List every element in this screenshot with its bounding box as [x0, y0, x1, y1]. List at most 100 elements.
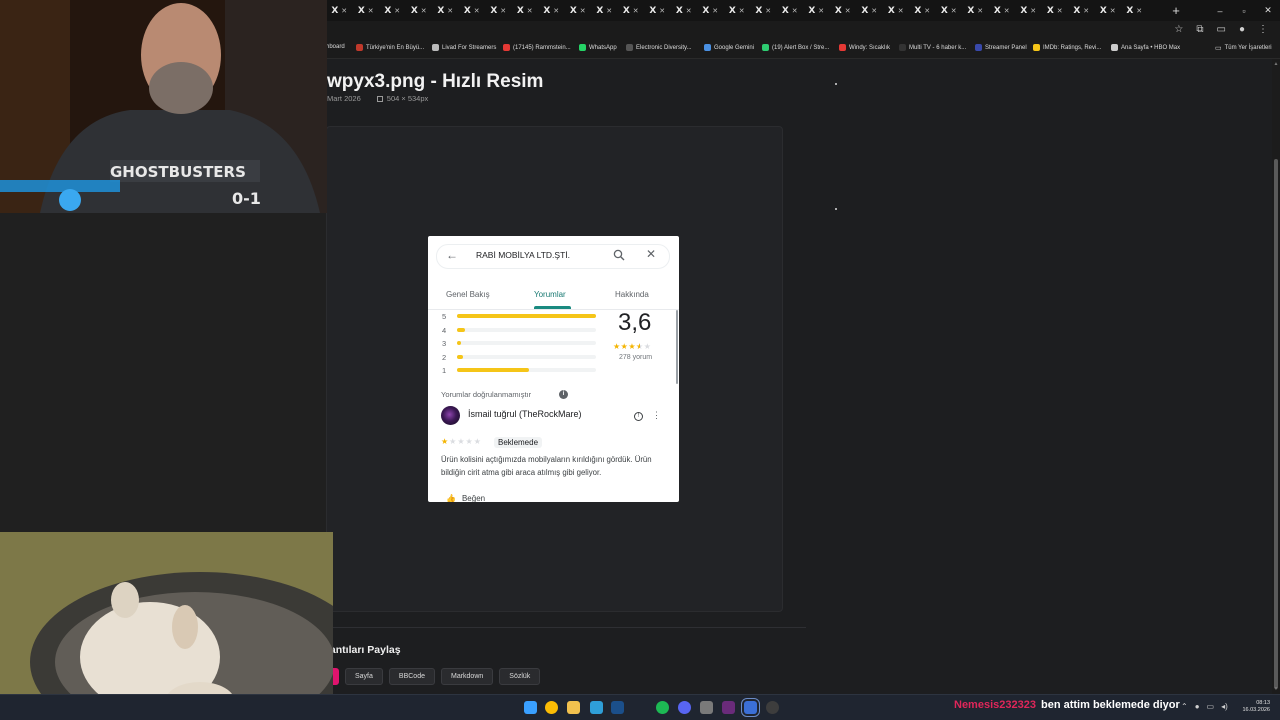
new-tab-button[interactable]: + [1164, 3, 1188, 18]
browser-tab[interactable]: X ✕ [724, 0, 751, 21]
clock[interactable]: 08:13 16.03.2026 [1242, 700, 1270, 714]
discord-icon[interactable] [678, 701, 691, 714]
maximize-icon[interactable]: ▫ [1232, 0, 1256, 21]
page-scrollbar[interactable]: ▲ ▼ [1272, 59, 1280, 694]
browser-tab[interactable]: X ✕ [459, 0, 486, 21]
tab-close-icon[interactable]: ✕ [553, 7, 559, 15]
bookmark-item[interactable]: WhatsApp [579, 44, 617, 51]
browser-tab[interactable]: X ✕ [1095, 0, 1122, 21]
edge-icon[interactable] [590, 701, 603, 714]
bookmark-item[interactable]: Livad For Streamers [432, 44, 496, 51]
bookmark-star-icon[interactable]: ☆ [1174, 24, 1183, 35]
tab-close-icon[interactable]: ✕ [871, 7, 877, 15]
tab-close-icon[interactable]: ✕ [1083, 7, 1089, 15]
browser-tab[interactable]: X ✕ [909, 0, 936, 21]
tab-close-icon[interactable]: ✕ [924, 7, 930, 15]
share-tab-bbcode[interactable]: BBCode [388, 668, 435, 685]
tab-close-icon[interactable]: ✕ [606, 7, 612, 15]
bookmark-item[interactable]: Streamer Panel [975, 44, 1027, 51]
share-tab-sozluk[interactable]: Sözlük [499, 668, 541, 685]
tab-close-icon[interactable]: ✕ [712, 7, 718, 15]
tab-close-icon[interactable]: ✕ [739, 7, 745, 15]
browser-tab[interactable]: X ✕ [326, 0, 353, 21]
browser-tab[interactable]: X ✕ [406, 0, 433, 21]
scroll-up-icon[interactable]: ▲ [1272, 61, 1280, 67]
close-window-icon[interactable]: ✕ [1256, 0, 1280, 21]
microphone-icon[interactable]: ● [1195, 702, 1200, 711]
extensions-icon[interactable]: ⧉ [1196, 24, 1203, 35]
browser-tab[interactable]: X ✕ [618, 0, 645, 21]
tab-close-icon[interactable]: ✕ [394, 7, 400, 15]
tab-close-icon[interactable]: ✕ [368, 7, 374, 15]
browser-tab[interactable]: X ✕ [856, 0, 883, 21]
browser-tab[interactable]: X ✕ [485, 0, 512, 21]
tab-close-icon[interactable]: ✕ [977, 7, 983, 15]
windows-start-icon[interactable] [524, 701, 537, 714]
tab-close-icon[interactable]: ✕ [898, 7, 904, 15]
bookmark-item[interactable]: (19) Alert Box / Stre... [762, 44, 829, 51]
next-app-icon[interactable] [722, 701, 735, 714]
tab-close-icon[interactable]: ✕ [659, 7, 665, 15]
browser-tab[interactable]: X ✕ [565, 0, 592, 21]
bookmark-item[interactable]: Ana Sayfa • HBO Max [1111, 44, 1180, 51]
tab-close-icon[interactable]: ✕ [341, 7, 347, 15]
browser-tab[interactable]: X ✕ [1042, 0, 1069, 21]
browser-tab[interactable]: X ✕ [883, 0, 910, 21]
profile-icon[interactable]: ● [1239, 24, 1245, 35]
network-icon[interactable]: ▭ [1207, 702, 1215, 711]
bookmark-item[interactable]: Türkiye'nin En Büyü... [356, 44, 424, 51]
tab-close-icon[interactable]: ✕ [421, 7, 427, 15]
menu-icon[interactable]: ⋮ [1258, 24, 1268, 35]
tab-close-icon[interactable]: ✕ [474, 7, 480, 15]
chrome-icon[interactable] [545, 701, 558, 714]
browser-tab[interactable]: X ✕ [1015, 0, 1042, 21]
volume-icon[interactable]: ◂) [1221, 702, 1228, 711]
bookmark-item[interactable]: hboard [326, 44, 345, 50]
bookmark-item[interactable]: Multi TV - 6 haber k... [899, 44, 966, 51]
chevron-up-icon[interactable]: ⌃ [1181, 702, 1188, 711]
tab-close-icon[interactable]: ✕ [1057, 7, 1063, 15]
bookmark-item[interactable]: Windy: Sıcaklık [839, 44, 890, 51]
share-tab-sayfa[interactable]: Sayfa [345, 668, 383, 685]
share-tab-markdown[interactable]: Markdown [440, 668, 494, 685]
tab-close-icon[interactable]: ✕ [1136, 7, 1142, 15]
steam-icon[interactable] [611, 701, 624, 714]
calculator-icon[interactable] [700, 701, 713, 714]
tab-close-icon[interactable]: ✕ [527, 7, 533, 15]
tab-close-icon[interactable]: ✕ [500, 7, 506, 15]
tab-close-icon[interactable]: ✕ [765, 7, 771, 15]
browser-tab[interactable]: X ✕ [379, 0, 406, 21]
all-bookmarks[interactable]: ▭ Tüm Yer İşaretleri [1215, 44, 1272, 52]
browser-tab[interactable]: X ✕ [750, 0, 777, 21]
scroll-thumb[interactable] [1274, 159, 1278, 689]
bookmark-item[interactable]: Google Gemini [704, 44, 754, 51]
browser-tab[interactable]: X ✕ [432, 0, 459, 21]
tab-close-icon[interactable]: ✕ [686, 7, 692, 15]
bookmark-item[interactable]: (17145) Rammstein... [503, 44, 571, 51]
tab-close-icon[interactable]: ✕ [447, 7, 453, 15]
minimize-icon[interactable]: – [1208, 0, 1232, 21]
tab-close-icon[interactable]: ✕ [580, 7, 586, 15]
snipping-tool-icon[interactable] [741, 698, 760, 717]
tab-close-icon[interactable]: ✕ [1110, 7, 1116, 15]
browser-tab[interactable]: X ✕ [989, 0, 1016, 21]
browser-tab[interactable]: X ✕ [512, 0, 539, 21]
browser-tab[interactable]: X ✕ [803, 0, 830, 21]
browser-tab[interactable]: X ✕ [962, 0, 989, 21]
browser-tab[interactable]: X ✕ [538, 0, 565, 21]
cast-icon[interactable]: ▭ [1217, 24, 1226, 35]
tab-close-icon[interactable]: ✕ [1030, 7, 1036, 15]
browser-tab[interactable]: X ✕ [777, 0, 804, 21]
browser-tab[interactable]: X ✕ [936, 0, 963, 21]
spotify-icon[interactable] [656, 701, 669, 714]
tab-close-icon[interactable]: ✕ [845, 7, 851, 15]
tab-close-icon[interactable]: ✕ [951, 7, 957, 15]
browser-tab[interactable]: X ✕ [591, 0, 618, 21]
browser-tab[interactable]: X ✕ [1121, 0, 1148, 21]
scroll-down-icon[interactable]: ▼ [1272, 686, 1280, 692]
obs-icon[interactable] [766, 701, 779, 714]
tab-close-icon[interactable]: ✕ [792, 7, 798, 15]
tab-close-icon[interactable]: ✕ [1004, 7, 1010, 15]
file-explorer-icon[interactable] [567, 701, 580, 714]
browser-tab[interactable]: X ✕ [697, 0, 724, 21]
